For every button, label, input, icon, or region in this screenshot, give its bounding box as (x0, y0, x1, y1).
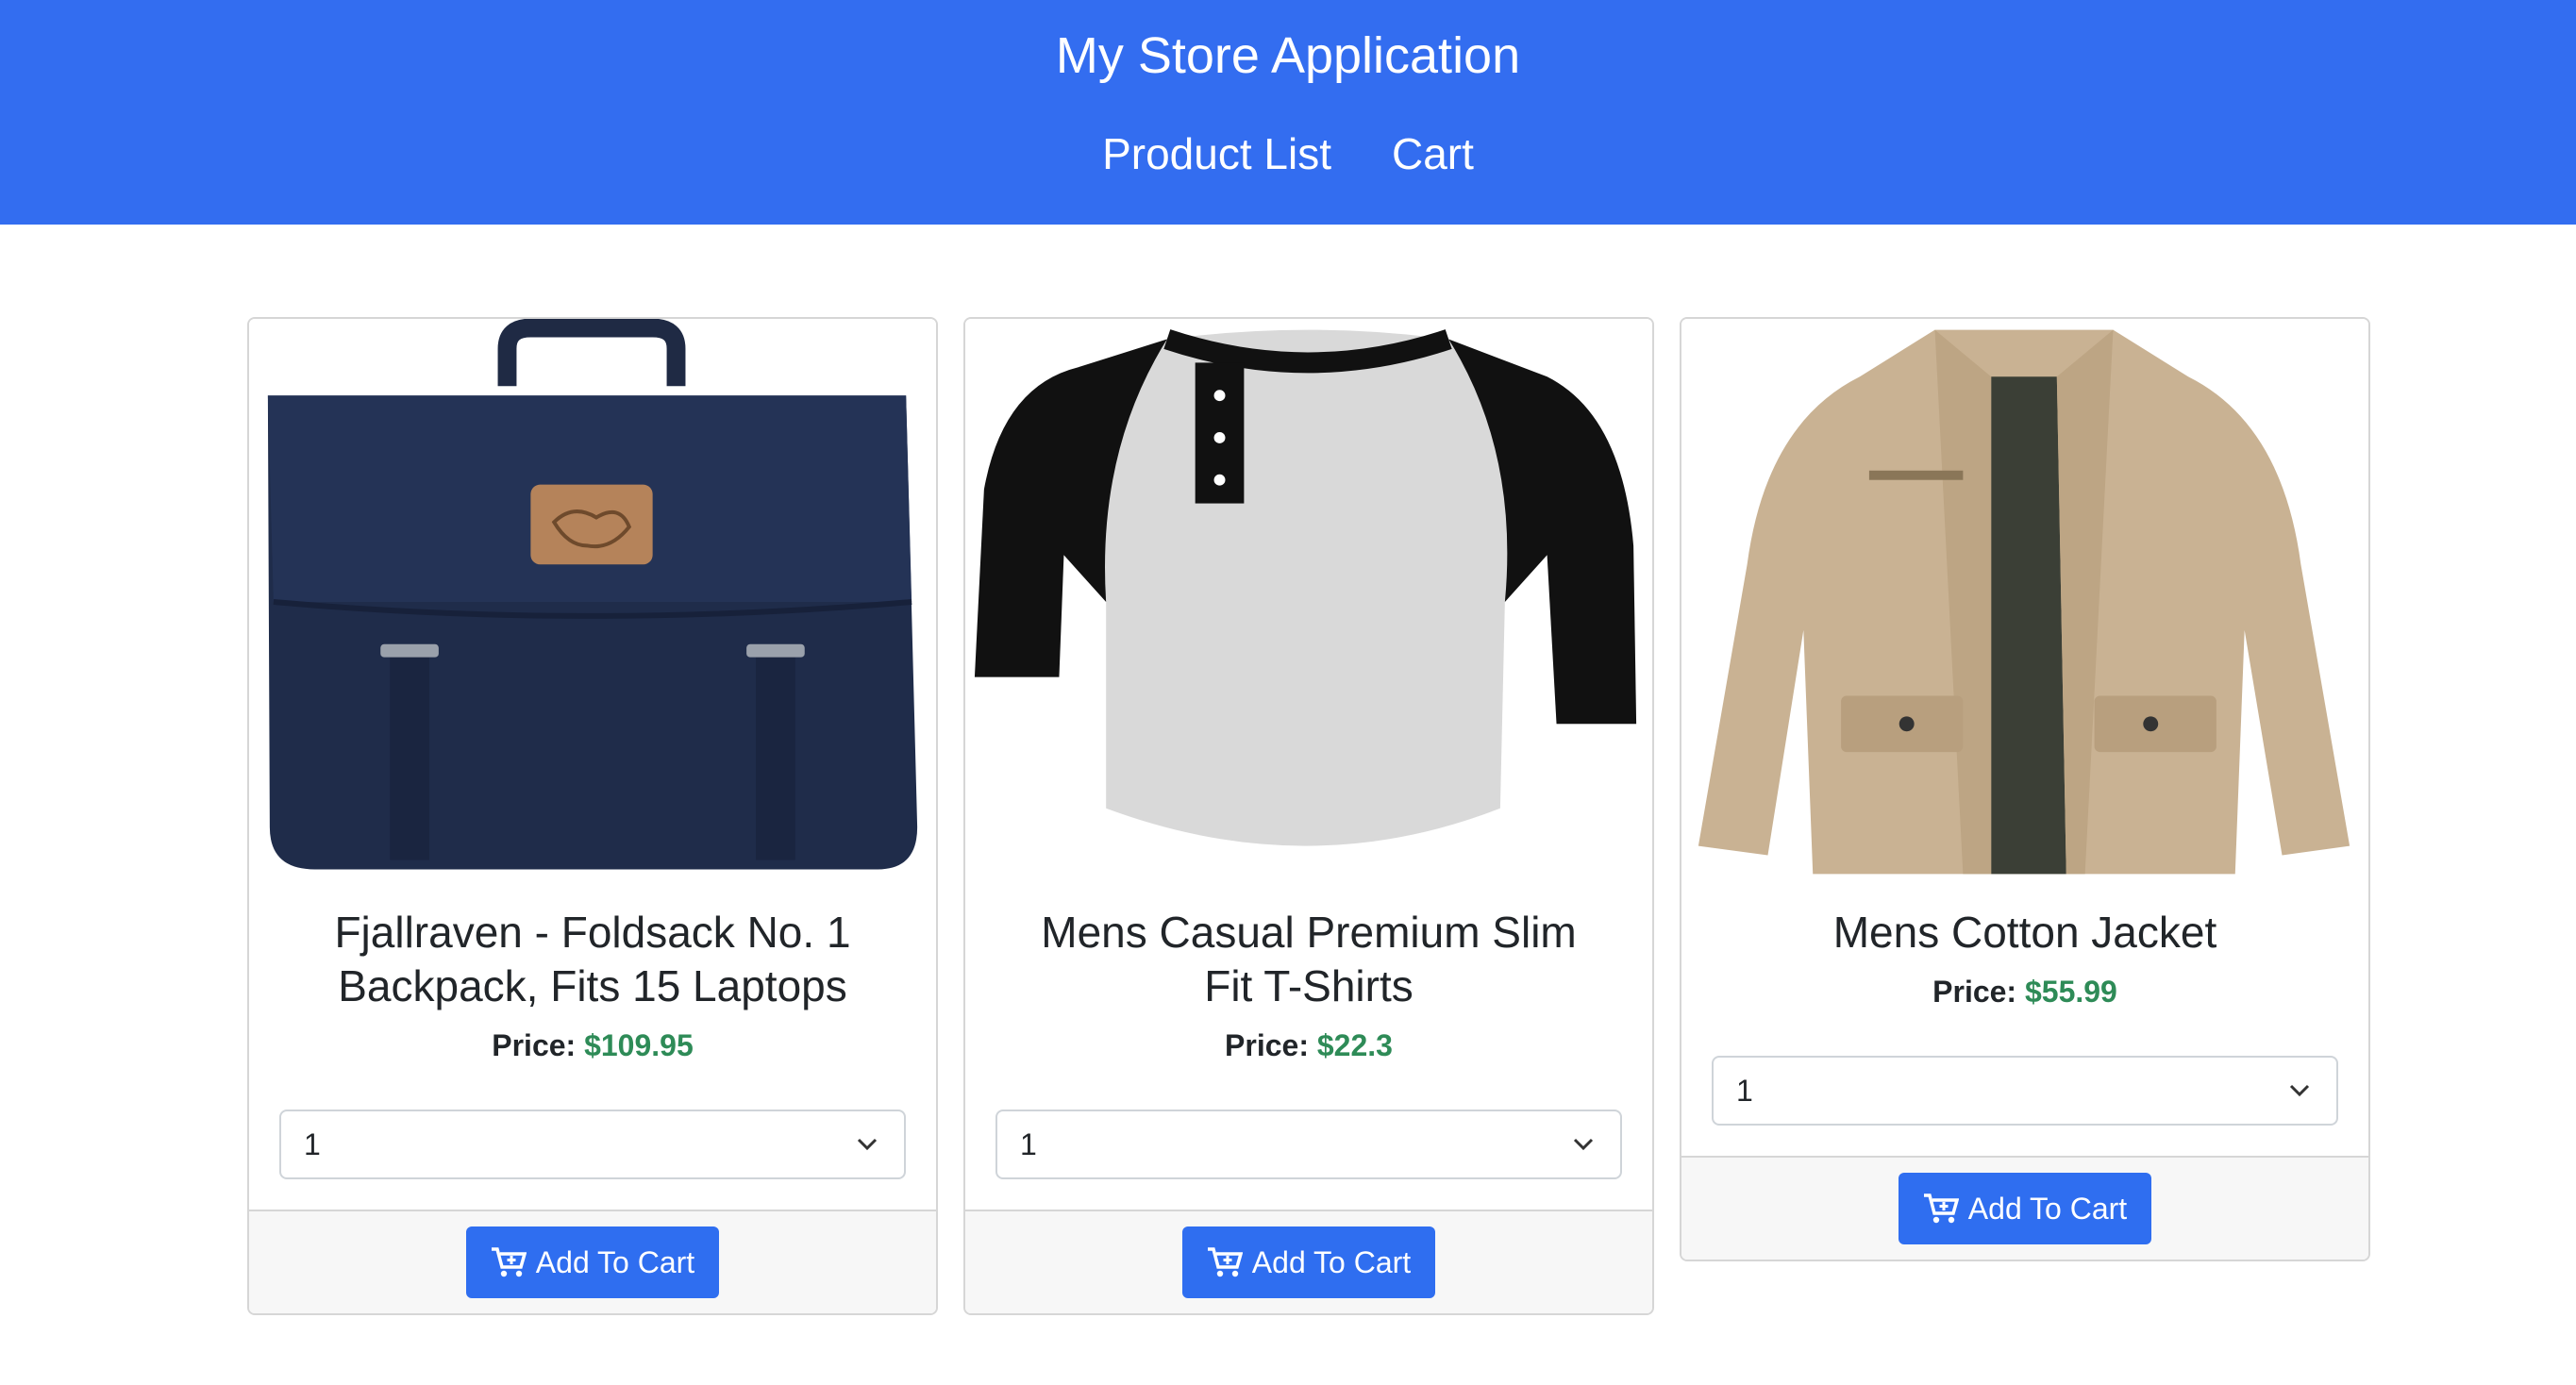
chevron-down-icon (2289, 1084, 2310, 1097)
cart-plus-icon (491, 1247, 527, 1277)
price-line: Price: $55.99 (1712, 971, 2338, 1012)
product-name: Mens Cotton Jacket (1832, 908, 2217, 957)
app-title: My Store Application (1055, 27, 1521, 84)
chevron-down-icon (857, 1138, 878, 1151)
quantity-value: 1 (304, 1127, 321, 1161)
nav-links: Product List Cart (0, 121, 2576, 187)
nav-link-cart[interactable]: Cart (1392, 121, 1474, 187)
navbar: My Store Application Product List Cart (0, 0, 2576, 225)
price-value: $22.3 (1316, 1028, 1393, 1062)
tshirt-image (965, 319, 1652, 885)
price-line: Price: $109.95 (279, 1025, 906, 1066)
add-to-cart-label: Add To Cart (1251, 1244, 1412, 1279)
card-footer: Add To Cart (965, 1210, 1652, 1313)
card-body: Mens Cotton Jacket Price: $55.99 1 (1681, 885, 2368, 1156)
price-line: Price: $22.3 (995, 1025, 1622, 1066)
quantity-select[interactable]: 1 (279, 1110, 906, 1179)
cart-plus-icon (1923, 1193, 1959, 1224)
jacket-image (1681, 319, 2368, 885)
card-body: Fjallraven - Foldsack No. 1 Backpack, Fi… (249, 885, 936, 1210)
card-footer: Add To Cart (1681, 1156, 2368, 1260)
add-to-cart-button[interactable]: Add To Cart (1898, 1173, 2152, 1244)
card-body: Mens Casual Premium Slim Fit T-Shirts Pr… (965, 885, 1652, 1210)
jacket-image-graphic (1698, 329, 2350, 875)
quantity-value: 1 (1020, 1127, 1037, 1161)
price-label: Price: (1932, 975, 2017, 1009)
quantity-select[interactable]: 1 (1712, 1056, 2338, 1126)
product-name: Mens Casual Premium Slim Fit T-Shirts (1041, 908, 1577, 1010)
add-to-cart-button[interactable]: Add To Cart (1181, 1226, 1436, 1298)
add-to-cart-button[interactable]: Add To Cart (465, 1226, 720, 1298)
chevron-down-icon (1573, 1138, 1594, 1151)
product-card: Mens Casual Premium Slim Fit T-Shirts Pr… (963, 317, 1654, 1315)
backpack-image (249, 319, 936, 885)
quantity-value: 1 (1736, 1074, 1753, 1108)
add-to-cart-label: Add To Cart (1967, 1191, 2128, 1226)
price-label: Price: (1225, 1028, 1309, 1062)
nav-link-product-list[interactable]: Product List (1102, 121, 1331, 187)
cart-plus-icon (1207, 1247, 1243, 1277)
quantity-select[interactable]: 1 (995, 1110, 1622, 1179)
price-value: $109.95 (584, 1028, 694, 1062)
product-name: Fjallraven - Foldsack No. 1 Backpack, Fi… (334, 908, 851, 1010)
backpack-image-graphic (267, 319, 918, 870)
price-label: Price: (492, 1028, 577, 1062)
product-card: Fjallraven - Foldsack No. 1 Backpack, Fi… (247, 317, 938, 1315)
tshirt-image-graphic (974, 329, 1637, 846)
card-footer: Add To Cart (249, 1210, 936, 1313)
price-value: $55.99 (2024, 975, 2117, 1009)
add-to-cart-label: Add To Cart (535, 1244, 695, 1279)
product-card: Mens Cotton Jacket Price: $55.99 1 Add T… (1680, 317, 2370, 1261)
